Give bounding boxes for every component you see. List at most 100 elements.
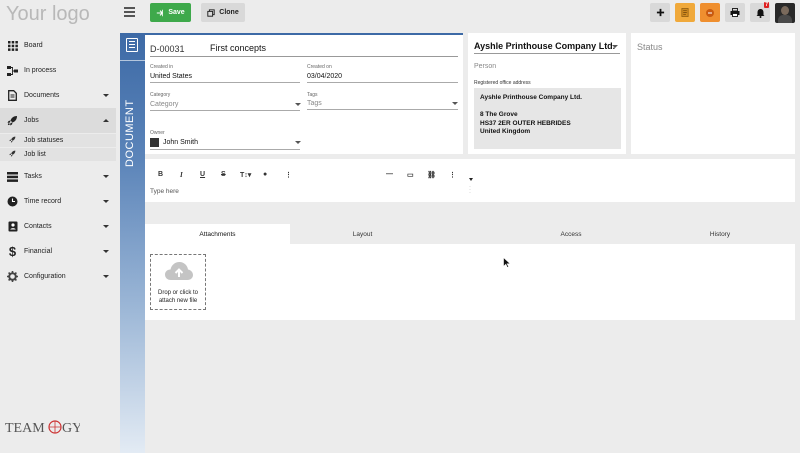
box-icon[interactable] [700, 3, 720, 22]
link-icon[interactable]: ⛓ [427, 171, 436, 179]
more-icon[interactable]: ⋮ [449, 171, 456, 179]
sidebar-subitem-label: Job list [24, 151, 46, 158]
svg-text:GY: GY [62, 421, 80, 436]
document-icon [126, 38, 138, 52]
owner-label: Owner [150, 130, 165, 136]
sidebar-item-financial[interactable]: $ Financial [0, 239, 116, 264]
rocket-icon [7, 115, 18, 126]
sidebar-item-label: Tasks [24, 173, 42, 180]
chevron-down-icon [103, 225, 109, 228]
sidebar-subitem-job-list[interactable]: Job list [0, 148, 116, 161]
sidebar-item-label: Financial [24, 248, 53, 255]
tab-layout[interactable]: Layout [290, 224, 435, 244]
rich-text-editor: B I U S T↕▾ ● ⋮ — ▭ ⛓ ⋮ Type here · · · [145, 159, 795, 202]
attachments-panel: Drop or click to attach new file [145, 244, 795, 320]
save-button[interactable]: Save [150, 3, 191, 22]
process-icon [7, 65, 18, 76]
sidebar-item-label: Configuration [24, 273, 66, 280]
company-select[interactable]: Ayshle Printhouse Company Ltd. [474, 41, 615, 51]
strikethrough-icon[interactable]: S [221, 171, 226, 178]
user-avatar[interactable] [775, 3, 795, 23]
document-title-input[interactable]: First concepts [210, 43, 266, 53]
grid-icon [7, 40, 18, 51]
sidebar-item-label: Jobs [24, 117, 39, 124]
chevron-down-icon[interactable] [469, 178, 473, 181]
file-dropzone[interactable]: Drop or click to attach new file [150, 254, 206, 310]
sidebar-subitem-job-statuses[interactable]: Job statuses [0, 134, 116, 147]
sidebar-item-jobs[interactable]: Jobs [0, 108, 116, 133]
chevron-down-icon [295, 103, 301, 106]
svg-text:TEAM: TEAM [5, 421, 45, 436]
more-icon[interactable]: ⋮ [285, 171, 292, 179]
chevron-down-icon [103, 200, 109, 203]
chevron-down-icon [452, 102, 458, 105]
address-line: 8 The Grove [480, 111, 518, 118]
contacts-icon [7, 221, 18, 232]
font-size-icon[interactable]: T↕▾ [240, 171, 251, 179]
tags-select[interactable]: Tags [307, 100, 322, 107]
clone-label: Clone [219, 9, 239, 16]
save-icon [157, 9, 164, 16]
person-select[interactable]: Person [474, 63, 496, 70]
notification-badge: 7 [764, 2, 769, 8]
sidebar-item-time-record[interactable]: Time record [0, 189, 116, 214]
color-drop-icon[interactable]: ● [263, 171, 267, 178]
category-select[interactable]: Category [150, 101, 178, 108]
tab-history[interactable]: History [645, 224, 795, 244]
logo: Your logo [6, 3, 90, 25]
address-line [480, 103, 615, 112]
sidebar-subitem-label: Job statuses [24, 137, 64, 144]
document-header-panel: D-00031 First concepts Created in United… [145, 33, 463, 154]
print-icon[interactable] [725, 3, 745, 22]
dollar-icon: $ [8, 244, 17, 259]
bell-icon[interactable]: 7 [750, 2, 770, 22]
sidebar-item-contacts[interactable]: Contacts [0, 214, 116, 239]
italic-icon[interactable]: I [180, 171, 183, 179]
menu-icon[interactable] [124, 7, 135, 17]
status-panel[interactable]: Status [631, 33, 795, 154]
save-label: Save [168, 9, 185, 16]
document-icon [7, 90, 18, 101]
cloud-upload-icon [165, 262, 193, 280]
created-in-value: United States [150, 73, 193, 80]
tab-bar: Attachments Layout Access History [145, 224, 795, 244]
chevron-down-icon [103, 275, 109, 278]
chevron-down-icon [612, 45, 618, 48]
created-in-label: Created in [150, 64, 174, 70]
chevron-down-icon [103, 94, 109, 97]
bold-icon[interactable]: B [158, 171, 163, 178]
tab-access[interactable]: Access [497, 224, 645, 244]
chevron-up-icon [103, 119, 109, 122]
dropzone-text: Drop or click to [157, 290, 198, 296]
resize-handle[interactable]: · · · [469, 184, 471, 196]
sidebar-item-documents[interactable]: Documents [0, 83, 116, 108]
tab-attachments[interactable]: Attachments [145, 224, 290, 244]
top-bar: Your logo Save Clone 7 [0, 0, 800, 28]
clock-icon [7, 196, 18, 207]
clone-icon [207, 8, 215, 17]
dropzone-text: attach new file [158, 297, 198, 304]
horizontal-rule-icon[interactable]: — [386, 171, 393, 178]
chevron-down-icon [103, 250, 109, 253]
sidebar-item-board[interactable]: Board [0, 33, 116, 58]
underline-icon[interactable]: U [200, 171, 205, 178]
clone-button[interactable]: Clone [201, 3, 245, 22]
sidebar-item-tasks[interactable]: Tasks [0, 164, 116, 189]
sidebar-item-label: Contacts [24, 223, 52, 230]
document-strip-label: DOCUMENT [124, 99, 136, 167]
company-panel: Ayshle Printhouse Company Ltd. Person Re… [468, 33, 626, 154]
owner-select[interactable]: John Smith [163, 139, 198, 146]
status-label: Status [637, 42, 663, 52]
rocket-icon [9, 136, 16, 145]
editor-input[interactable]: Type here [150, 188, 179, 195]
tasks-icon [7, 171, 18, 182]
image-icon[interactable]: ▭ [407, 171, 414, 179]
sidebar-item-in-process[interactable]: In process [0, 58, 116, 83]
note-icon[interactable] [675, 3, 695, 22]
chevron-down-icon [295, 141, 301, 144]
sidebar-item-label: In process [24, 67, 57, 74]
sidebar-item-configuration[interactable]: Configuration [0, 264, 116, 289]
brand-logo: TEAM GY [5, 416, 82, 442]
address-box: Ayshle Printhouse Company Ltd. 8 The Gro… [474, 88, 621, 149]
plus-icon[interactable] [650, 3, 670, 22]
